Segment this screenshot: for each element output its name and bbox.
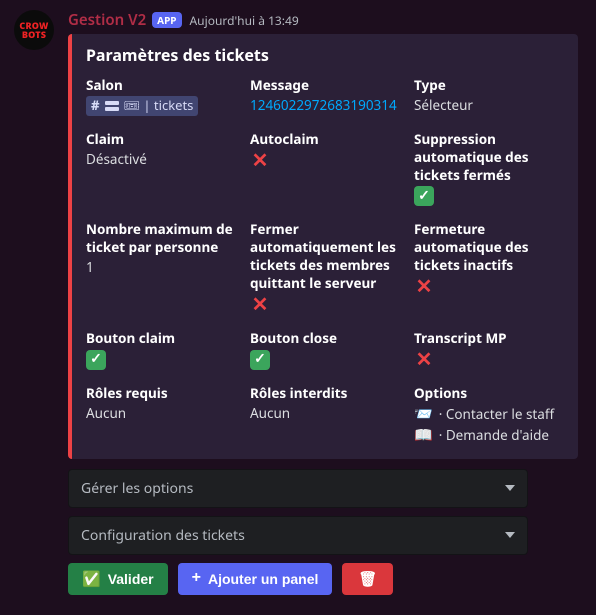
channel-mention[interactable]: # 🎟 | tickets [86, 96, 198, 116]
button-row: ✅ Valider + Ajouter un panel 🗑 [68, 563, 528, 595]
embed-fields: Salon # 🎟 | tickets Message 124602297268… [86, 76, 564, 445]
channels-icon [105, 101, 119, 111]
avatar[interactable]: CROWBOTS [14, 10, 54, 50]
hash-icon: # [91, 97, 100, 115]
field-btn-close: Bouton close ✓ [250, 329, 400, 370]
field-salon: Salon # 🎟 | tickets [86, 76, 236, 116]
author-name[interactable]: Gestion V2 [68, 10, 146, 30]
field-roles-req: Rôles requis Aucun [86, 384, 236, 445]
field-max: Nombre maximum de ticket par personne 1 [86, 220, 236, 315]
bot-badge: APP [152, 12, 181, 28]
chevron-down-icon [505, 485, 515, 491]
cross-icon: ✕ [414, 349, 434, 369]
cross-icon: ✕ [250, 294, 270, 314]
message-id-link[interactable]: 1246022972683190314 [250, 96, 400, 114]
check-icon: ✅ [82, 570, 101, 588]
message-content: Gestion V2 APP Aujourd'hui à 13:49 Param… [68, 10, 582, 595]
field-roles-forbid: Rôles interdits Aucun [250, 384, 400, 445]
field-supp-auto: Suppression automatique des tickets ferm… [414, 130, 564, 206]
envelope-icon: 📨 [414, 404, 433, 424]
message-components: Gérer les options Configuration des tick… [68, 469, 528, 595]
check-icon: ✓ [250, 350, 270, 370]
field-claim: Claim Désactivé [86, 130, 236, 206]
message-header: Gestion V2 APP Aujourd'hui à 13:49 [68, 10, 582, 30]
check-icon: ✓ [86, 350, 106, 370]
add-panel-button[interactable]: + Ajouter un panel [178, 563, 333, 595]
timestamp: Aujourd'hui à 13:49 [190, 12, 299, 29]
validate-button[interactable]: ✅ Valider [68, 563, 168, 595]
chevron-down-icon [505, 532, 515, 538]
embed: Paramètres des tickets Salon # 🎟 | ticke… [68, 34, 578, 459]
field-close-inactive: Fermeture automatique des tickets inacti… [414, 220, 564, 315]
field-transcript: Transcript MP ✕ [414, 329, 564, 370]
field-autoclaim: Autoclaim ✕ [250, 130, 400, 206]
select-config-tickets[interactable]: Configuration des tickets [68, 516, 528, 555]
select-placeholder: Configuration des tickets [81, 526, 245, 545]
message: CROWBOTS Gestion V2 APP Aujourd'hui à 13… [0, 0, 596, 615]
field-options: Options 📨· Contacter le staff 📖· Demande… [414, 384, 564, 445]
field-close-leave: Fermer automatiquement les tickets des m… [250, 220, 400, 315]
trash-icon: 🗑 [358, 570, 377, 588]
select-placeholder: Gérer les options [81, 479, 193, 498]
select-manage-options[interactable]: Gérer les options [68, 469, 528, 508]
field-type: Type Sélecteur [414, 76, 564, 116]
check-icon: ✓ [414, 186, 434, 206]
cross-icon: ✕ [414, 276, 434, 296]
field-message: Message 1246022972683190314 [250, 76, 400, 116]
plus-icon: + [192, 569, 201, 587]
delete-button[interactable]: 🗑 [342, 563, 393, 595]
book-icon: 📖 [414, 425, 433, 445]
cross-icon: ✕ [250, 150, 270, 170]
field-btn-claim: Bouton claim ✓ [86, 329, 236, 370]
embed-title: Paramètres des tickets [86, 44, 564, 66]
